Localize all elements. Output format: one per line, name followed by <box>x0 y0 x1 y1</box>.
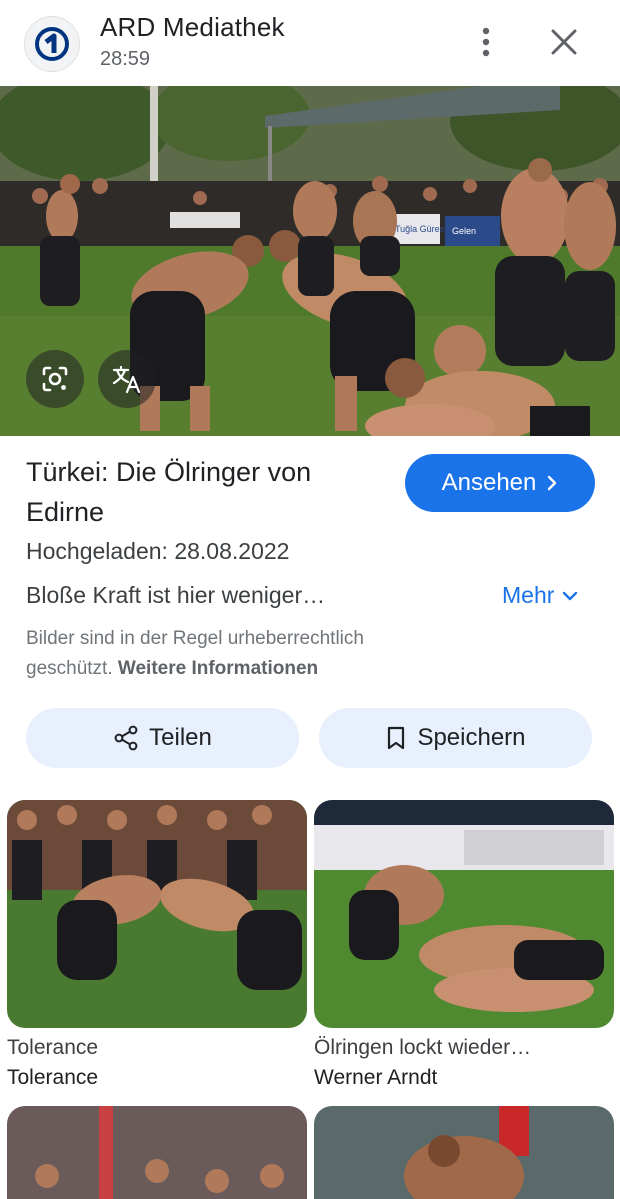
copyright-notice: Bilder sind in der Regel urheberrechtlic… <box>26 624 446 684</box>
bookmark-icon <box>388 726 405 750</box>
ard-logo-icon[interactable] <box>24 16 80 72</box>
image-detail-page: ARD Mediathek 28:59 Tuğla Gürespor Gelen… <box>0 0 620 1199</box>
more-label: Mehr <box>502 582 555 608</box>
video-title: Türkei: Die Ölringer von Edirne <box>26 457 312 527</box>
more-button[interactable]: Mehr <box>502 582 578 609</box>
related-title: Tolerance <box>7 1036 99 1059</box>
related-result[interactable] <box>314 1106 614 1199</box>
share-icon <box>114 725 138 751</box>
related-source: Werner Arndt <box>314 1066 438 1089</box>
related-thumbnail[interactable] <box>7 800 307 1028</box>
watch-button[interactable]: Ansehen <box>405 454 595 512</box>
related-thumbnail[interactable] <box>314 1106 614 1199</box>
share-button[interactable]: Teilen <box>26 708 299 768</box>
upload-date: Hochgeladen: 28.08.2022 <box>26 538 290 564</box>
video-duration: 28:59 <box>100 48 151 70</box>
lens-icon[interactable] <box>26 350 84 408</box>
related-source: Tolerance <box>7 1066 99 1089</box>
banner-text: Gelen <box>452 226 476 236</box>
app-title: ARD Mediathek <box>100 12 285 42</box>
save-label: Speichern <box>417 724 526 751</box>
related-result[interactable]: Tolerance Tolerance <box>7 800 307 1090</box>
chevron-down-icon <box>563 591 578 600</box>
chevron-right-icon <box>548 475 557 491</box>
header: ARD Mediathek 28:59 <box>0 0 620 86</box>
related-thumbnail[interactable] <box>314 800 614 1028</box>
save-button[interactable]: Speichern <box>319 708 592 768</box>
more-info-link[interactable]: Weitere Informationen <box>118 658 318 679</box>
related-result[interactable] <box>7 1106 307 1199</box>
watch-button-label: Ansehen <box>441 469 537 496</box>
banner-text: Tuğla Gürespor <box>395 224 457 234</box>
video-description: Bloße Kraft ist hier weniger… <box>26 582 326 608</box>
related-result[interactable]: Ölringen lockt wieder… Werner Arndt <box>314 800 614 1090</box>
share-label: Teilen <box>149 724 212 751</box>
hero-image[interactable]: Tuğla Gürespor Gelen <box>0 86 620 436</box>
translate-icon[interactable] <box>98 350 156 408</box>
more-vert-icon[interactable] <box>468 22 504 62</box>
close-icon[interactable] <box>544 22 584 62</box>
related-title: Ölringen lockt wieder… <box>314 1036 532 1059</box>
related-thumbnail[interactable] <box>7 1106 307 1199</box>
